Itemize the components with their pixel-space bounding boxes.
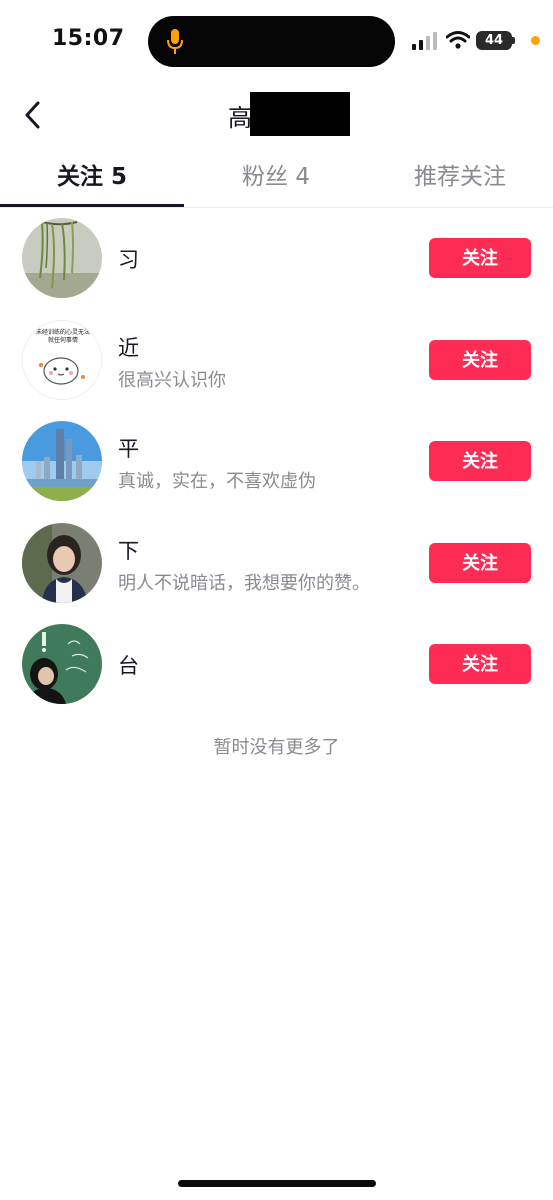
city-skyline-avatar[interactable]: [22, 421, 102, 501]
tab-fans[interactable]: 粉丝 4: [184, 146, 368, 208]
user-bio: 很高兴认识你: [118, 369, 226, 391]
follow-button[interactable]: 关注: [429, 339, 531, 380]
avatar-caption-line-2: 就任何事情: [48, 336, 78, 344]
page-title: 高: [228, 104, 252, 132]
end-of-list-text: 暂时没有更多了: [213, 737, 340, 758]
follow-button[interactable]: 关注: [429, 644, 531, 684]
user-name: 习: [118, 248, 139, 272]
status-bar: 15:07 44: [0, 0, 553, 84]
user-bio: 明人不说暗话，我想要你的赞。: [118, 572, 370, 594]
status-time: 15:07: [52, 26, 125, 51]
avatar-caption-line-1: 未经训练的心灵无法: [36, 328, 90, 336]
list-item[interactable]: 未经训练的心灵无法 就任何事情 近 很高兴认识你 关注: [0, 310, 553, 412]
wifi-icon: [446, 31, 470, 49]
mic-icon: [167, 29, 183, 54]
chalkboard-avatar[interactable]: [22, 624, 102, 704]
list-item[interactable]: 台 关注: [0, 614, 553, 716]
following-list: 习 关注 未经训练的心灵无法 就任何事情 近 很高兴认识你 关注 平 真诚，实在…: [0, 208, 553, 716]
list-item[interactable]: 下 明人不说暗话，我想要你的赞。 关注: [0, 513, 553, 615]
cartoon-meme-avatar[interactable]: 未经训练的心灵无法 就任何事情: [22, 319, 102, 400]
home-indicator[interactable]: [178, 1180, 376, 1187]
user-bio: 真诚，实在，不喜欢虚伪: [118, 471, 316, 492]
follow-button[interactable]: 关注: [429, 542, 531, 583]
user-name: 近: [118, 335, 139, 360]
follow-button[interactable]: 关注: [429, 238, 531, 278]
tab-recommended[interactable]: 推荐关注: [368, 146, 552, 208]
list-item[interactable]: 习 关注: [0, 208, 553, 310]
dynamic-island: [148, 16, 395, 67]
follow-button[interactable]: 关注: [429, 441, 531, 481]
tab-following[interactable]: 关注 5: [0, 146, 184, 208]
user-name: 平: [118, 437, 139, 461]
user-name: 下: [118, 538, 139, 563]
signal-icon: [412, 32, 437, 50]
battery-cap: [512, 37, 515, 44]
user-name: 台: [118, 654, 139, 678]
redaction-block: [250, 92, 350, 136]
active-tab-indicator: [0, 204, 184, 207]
list-item[interactable]: 平 真诚，实在，不喜欢虚伪 关注: [0, 411, 553, 513]
willow-tree-avatar[interactable]: [22, 218, 102, 298]
chevron-left-icon[interactable]: [20, 98, 48, 132]
person-photo-avatar[interactable]: [22, 522, 102, 603]
battery-icon: 44: [476, 31, 512, 50]
tab-bar: 关注 5 粉丝 4 推荐关注: [0, 146, 553, 208]
privacy-indicator-dot: [531, 36, 540, 45]
